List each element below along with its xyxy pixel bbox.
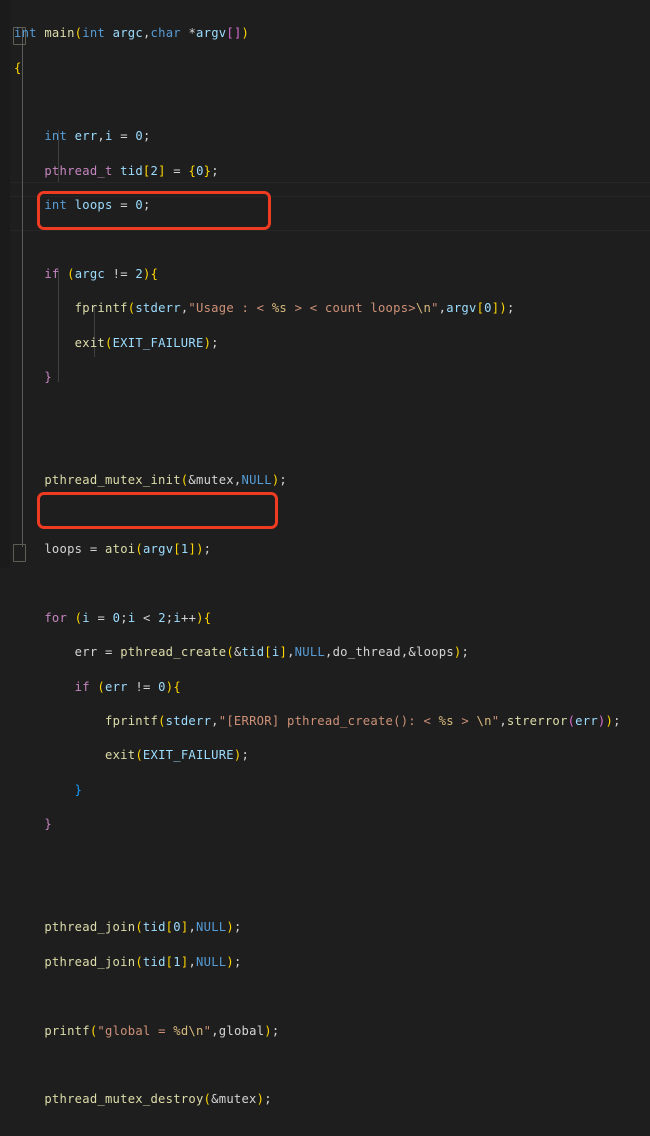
code-line: fprintf(stderr,"Usage : < %s > < count l… [74, 301, 515, 316]
code-line: int main(int argc,char *argv[]) [14, 26, 250, 41]
code-line: fprintf(stderr,"[ERROR] pthread_create()… [104, 714, 621, 729]
editor-gutter [0, 0, 10, 568]
code-line: int loops = 0; [44, 198, 151, 213]
code-editor[interactable]: int main(int argc,char *argv[]) { int er… [0, 0, 650, 1106]
code-line: loops = atoi(argv[1]); [44, 542, 212, 557]
code-line: } [44, 370, 52, 385]
code-line: { [14, 60, 22, 75]
code-line: for (i = 0;i < 2;i++){ [44, 610, 212, 625]
code-line: pthread_join(tid[0],NULL); [44, 920, 242, 935]
code-line: pthread_mutex_destroy(&mutex); [44, 1092, 272, 1107]
code-content[interactable]: int main(int argc,char *argv[]) { int er… [10, 0, 650, 1106]
code-line: int err,i = 0; [44, 129, 151, 144]
code-line: printf("global = %d\n",global); [44, 1023, 280, 1038]
code-line: if (argc != 2){ [44, 266, 159, 281]
code-line: } [44, 817, 52, 832]
code-line: } [74, 782, 83, 797]
code-line: pthread_join(tid[1],NULL); [44, 954, 242, 969]
code-line: pthread_mutex_init(&mutex,NULL); [44, 473, 288, 488]
code-line: err = pthread_create(&tid[i],NULL,do_thr… [74, 645, 470, 660]
code-line: if (err != 0){ [74, 679, 181, 694]
code-line: exit(EXIT_FAILURE); [74, 335, 219, 350]
code-line: pthread_t tid[2] = {0}; [44, 163, 219, 178]
code-line: exit(EXIT_FAILURE); [104, 748, 250, 763]
